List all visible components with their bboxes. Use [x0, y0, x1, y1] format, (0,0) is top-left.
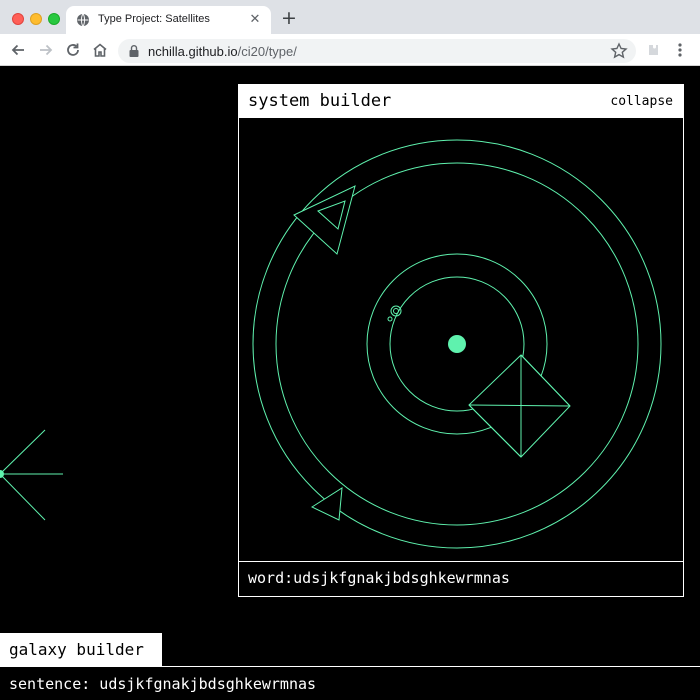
- star-icon[interactable]: [610, 42, 628, 60]
- word-text: word:udsjkfgnakjbdsghkewrmnas: [248, 569, 510, 587]
- word-bar: word:udsjkfgnakjbdsghkewrmnas: [239, 561, 683, 596]
- plus-icon[interactable]: +: [280, 9, 298, 28]
- url-host: nchilla.github.io: [148, 44, 238, 59]
- address-bar[interactable]: nchilla.github.io/ci20/type/: [118, 39, 636, 63]
- window-close-button[interactable]: [12, 13, 24, 25]
- window-zoom-button[interactable]: [48, 13, 60, 25]
- globe-icon: [77, 13, 89, 27]
- tab-strip: Type Project: Satellites ✕ +: [0, 0, 700, 34]
- url-path: /ci20/type/: [237, 44, 297, 59]
- reload-icon[interactable]: [64, 41, 82, 59]
- satellite-triangle-small: [310, 487, 343, 521]
- system-builder-panel: system builder collapse word:udsjkfgnakj…: [238, 84, 684, 597]
- planet-core: [448, 335, 466, 353]
- sentence-text: sentence: udsjkfgnakjbdsghkewrmnas: [9, 675, 317, 693]
- browser-toolbar: nchilla.github.io/ci20/type/: [0, 34, 700, 66]
- back-arrow-icon[interactable]: [9, 41, 27, 59]
- forward-arrow-icon[interactable]: [37, 41, 55, 59]
- system-canvas[interactable]: [239, 118, 683, 561]
- tab-title: Type Project: Satellites: [98, 13, 210, 25]
- galaxy-builder-text: galaxy builder: [9, 640, 144, 659]
- url-text: nchilla.github.io/ci20/type/: [148, 44, 297, 59]
- sentence-bar: sentence: udsjkfgnakjbdsghkewrmnas: [0, 666, 700, 700]
- browser-chrome: Type Project: Satellites ✕ + nchilla.git…: [0, 0, 700, 66]
- panel-header: system builder collapse: [239, 85, 683, 118]
- galaxy-star: [0, 429, 63, 521]
- satellite-triangle-large: [293, 185, 356, 255]
- page-content: system builder collapse word:udsjkfgnakj…: [0, 66, 700, 700]
- menu-icon[interactable]: [671, 41, 689, 59]
- window-minimize-button[interactable]: [30, 13, 42, 25]
- browser-tab[interactable]: Type Project: Satellites ✕: [66, 6, 271, 34]
- panel-title: system builder: [248, 91, 392, 111]
- close-icon[interactable]: ✕: [247, 12, 263, 28]
- extension-icon[interactable]: [644, 41, 662, 59]
- lock-icon: [129, 45, 139, 57]
- galaxy-builder-label[interactable]: galaxy builder: [0, 633, 162, 666]
- collapse-button[interactable]: collapse: [610, 94, 673, 109]
- satellite-diamond: [468, 354, 571, 458]
- home-icon[interactable]: [91, 41, 109, 59]
